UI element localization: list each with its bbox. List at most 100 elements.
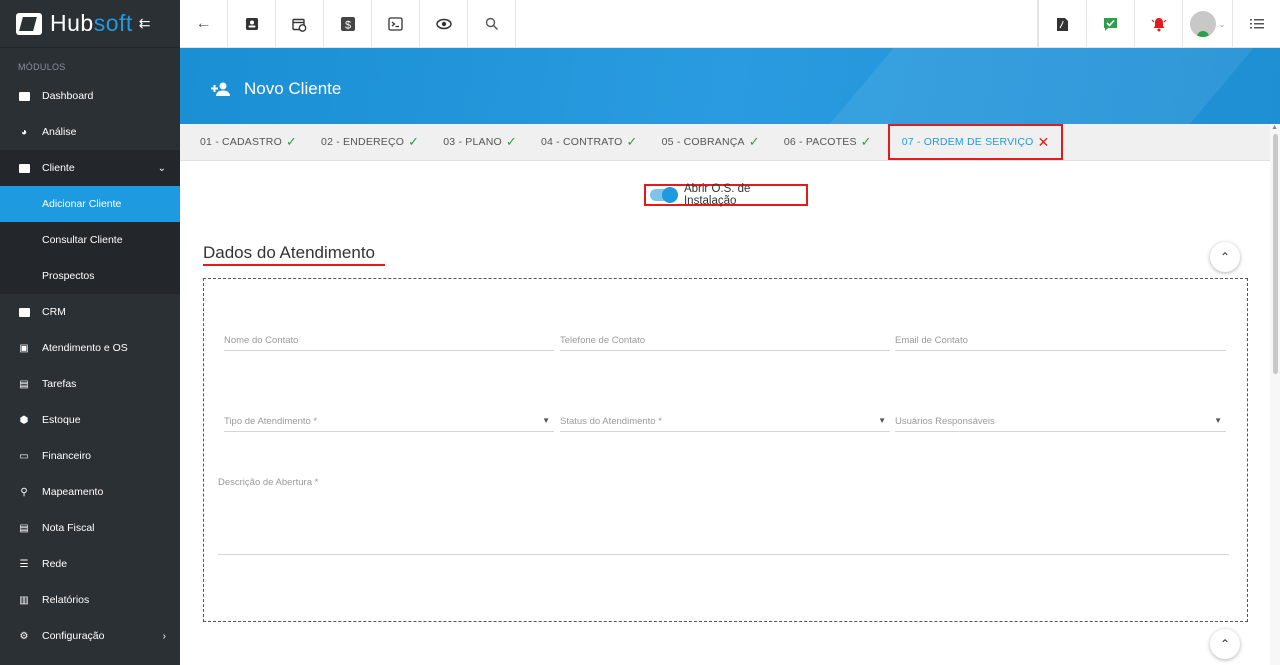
dollar-icon: $ [340,17,355,32]
sidebar-item-label: Financeiro [42,450,92,462]
checkmark-icon: ✓ [505,134,517,149]
page-title-text: Novo Cliente [244,79,342,98]
sidebar-item-mapeamento[interactable]: ⚲ Mapeamento [0,474,180,510]
step-pacotes[interactable]: 06 - PACOTES ✓ [784,134,872,150]
terminal-icon [388,17,403,31]
page-header-banner: Novo Cliente [180,48,1280,124]
pdf-button[interactable] [1038,0,1086,48]
page-title: Novo Cliente [210,79,341,99]
toolbar-spacer [516,0,1038,47]
sidebar-item-crm[interactable]: CRM [0,294,180,330]
step-plano[interactable]: 03 - PLANO ✓ [443,134,517,150]
checkmark-icon: ✓ [285,134,298,149]
sidebar-item-label: CRM [42,306,66,318]
status-atendimento-select[interactable]: Status do Atendimento * ▼ [560,416,890,432]
telefone-contato-field[interactable]: Telefone de Contato [560,335,890,351]
collapse-sidebar-icon[interactable]: ⇇ [139,15,151,32]
sidebar-item-tarefas[interactable]: ▤ Tarefas [0,366,180,402]
sidebar-item-label: Consultar Cliente [42,234,123,246]
descricao-abertura-textarea[interactable]: Descrição de Abertura * [218,477,1229,555]
modules-label: MÓDULOS [18,62,66,72]
sidebar-item-label: Atendimento e OS [42,342,128,354]
notifications-button[interactable] [1134,0,1182,48]
sidebar-nav: Dashboard ◕ Análise Cliente ⌄ Adicionar Cl… [0,78,180,654]
sidebar-item-label: Rede [42,558,68,570]
terminal-button[interactable] [372,0,420,48]
sidebar-item-rede[interactable]: ☰ Rede [0,546,180,582]
sidebar-item-atendimento-os[interactable]: ▣ Atendimento e OS [0,330,180,366]
abrir-os-toggle[interactable]: Abrir O.S. de Instalação [644,183,808,207]
sidebar-item-label: Estoque [42,414,81,426]
section-title: Dados do Atendimento [203,243,376,262]
bell-alert-icon [1151,18,1166,32]
scrollbar-thumb[interactable] [1273,134,1278,374]
client-card-button[interactable] [228,0,276,48]
step-label: 06 - PACOTES [783,136,857,148]
calendar-clock-icon [292,18,307,32]
atendimento-form: Nome do Contato Telefone de Contato Emai… [203,278,1248,622]
sidebar-item-dashboard[interactable]: Dashboard [0,78,180,114]
toggle-switch[interactable] [650,187,678,203]
crm-board-icon [18,306,30,318]
sidebar-item-label: Tarefas [42,378,77,390]
step-label: 07 - ORDEM DE SERVIÇO [901,136,1034,148]
finance-button[interactable]: $ [324,0,372,48]
server-icon: ☰ [19,558,29,570]
schedule-button[interactable] [276,0,324,48]
collapse-section-button[interactable]: ⌃ [1210,242,1240,272]
step-cobranca[interactable]: 05 - COBRANÇA ✓ [662,134,760,150]
contact-card-icon [18,162,30,174]
usuarios-responsaveis-select[interactable]: Usuários Responsáveis ▼ [895,416,1226,432]
sidebar-item-cliente[interactable]: Cliente ⌄ [0,150,180,186]
sidebar-item-nota-fiscal[interactable]: ▤ Nota Fiscal [0,510,180,546]
user-menu[interactable]: ⌄ [1182,0,1232,48]
step-ordem-de-servico[interactable]: 07 - ORDEM DE SERVIÇO ✕ [887,124,1064,160]
step-label: 05 - COBRANÇA [661,136,745,148]
sidebar-item-label: Configuração [42,630,105,642]
search-button[interactable] [468,0,516,48]
email-contato-field[interactable]: Email de Contato [895,335,1226,351]
dropdown-arrow-icon: ▼ [542,416,550,425]
field-label: Nome do Contato [224,335,299,346]
view-button[interactable] [420,0,468,48]
sidebar-item-analise[interactable]: ◕ Análise [0,114,180,150]
step-cadastro[interactable]: 01 - CADASTRO ✓ [200,134,297,150]
sidebar-item-prospectos[interactable]: Prospectos [0,258,180,294]
step-endereco[interactable]: 02 - ENDEREÇO ✓ [321,134,419,150]
chevron-up-icon: ⌃ [1219,250,1231,264]
sidebar-item-configuracao[interactable]: ⚙ Configuração › [0,618,180,654]
main-content: Abrir O.S. de Instalação Dados do Atendi… [180,161,1270,665]
brand-name: Hubsoft [50,10,133,37]
list-menu-icon [1249,19,1264,29]
messages-button[interactable] [1086,0,1134,48]
sidebar-item-relatorios[interactable]: ▥ Relatórios [0,582,180,618]
eye-icon [435,18,452,30]
sidebar-item-adicionar-cliente[interactable]: Adicionar Cliente [0,186,180,222]
tipo-atendimento-select[interactable]: Tipo de Atendimento * ▼ [224,416,554,432]
sidebar-item-financeiro[interactable]: ▭ Financeiro [0,438,180,474]
collapse-next-section-button[interactable]: ⌃ [1210,629,1240,659]
field-label: Telefone de Contato [560,335,646,346]
brand-hub: Hub [50,10,94,36]
sidebar-item-consultar-cliente[interactable]: Consultar Cliente [0,222,180,258]
checkmark-icon: ✓ [626,134,638,149]
package-icon: ⬢ [19,414,29,426]
sidebar-item-estoque[interactable]: ⬢ Estoque [0,402,180,438]
step-label: 02 - ENDEREÇO [321,136,405,148]
section-title-underline [203,264,385,266]
back-button[interactable]: ← [180,0,228,48]
scroll-up-icon[interactable]: ▲ [1271,124,1278,131]
pie-chart-icon: ◕ [20,126,28,138]
checkmark-icon: ✓ [748,134,760,149]
document-icon: ▥ [19,594,29,606]
sidebar-item-label: Análise [42,126,77,138]
sidebar-item-label: Cliente [42,162,75,174]
menu-list-button[interactable] [1232,0,1280,48]
field-label: Usuários Responsáveis [895,416,995,427]
sidebar-item-label: Relatórios [42,594,90,606]
chat-check-icon [1104,17,1117,31]
scrollbar[interactable]: ▲ [1270,124,1280,665]
step-contrato[interactable]: 04 - CONTRATO ✓ [541,134,638,150]
nome-contato-field[interactable]: Nome do Contato [224,335,554,351]
close-icon: ✕ [1037,133,1050,150]
